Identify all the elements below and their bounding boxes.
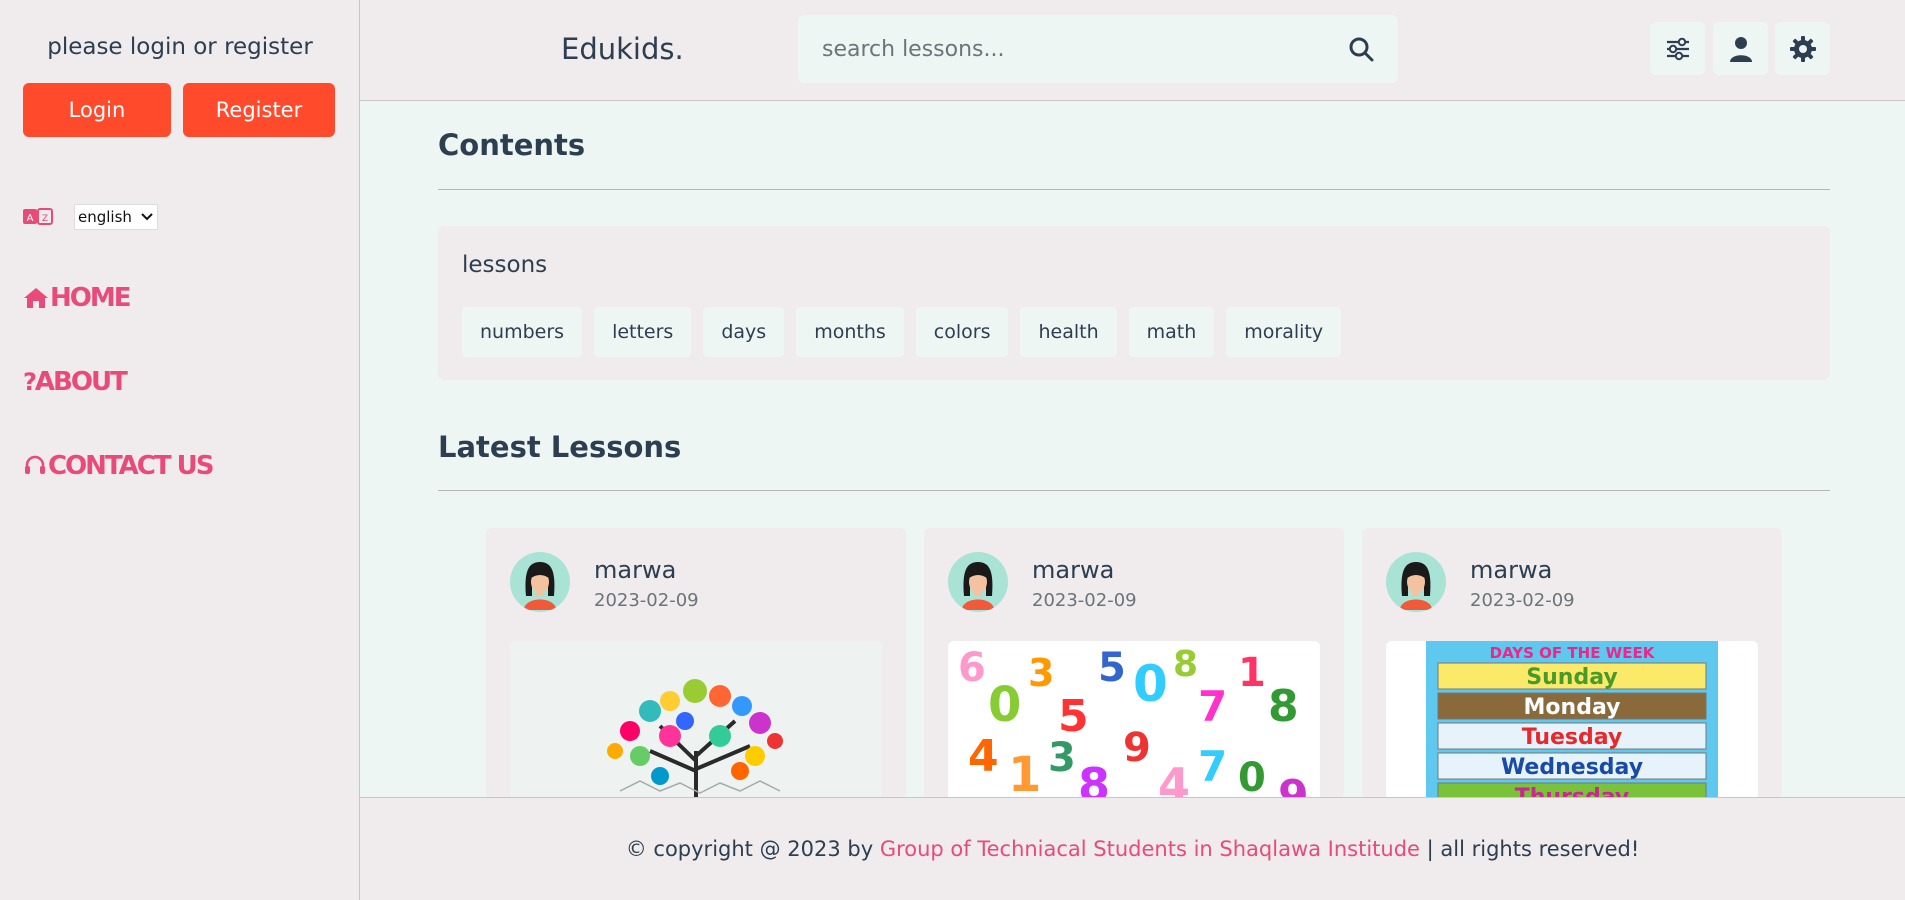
search-bar <box>798 15 1398 83</box>
card-author: marwa <box>1032 556 1115 584</box>
card-date: 2023-02-09 <box>594 590 699 611</box>
svg-text:8: 8 <box>1078 758 1110 798</box>
tag-colors[interactable]: colors <box>915 307 1009 357</box>
translate-icon: A Z <box>23 208 53 225</box>
card-date: 2023-02-09 <box>1470 590 1575 611</box>
svg-text:5: 5 <box>1098 645 1126 691</box>
days-image-title: DAYS OF THE WEEK <box>1490 644 1656 662</box>
language-value: english <box>78 208 132 226</box>
lesson-card[interactable]: marwa 2023-02-09 DAYS OF THE WEEK Sunday… <box>1362 528 1782 798</box>
card-author: marwa <box>594 556 677 584</box>
svg-text:7: 7 <box>1198 682 1227 731</box>
register-button[interactable]: Register <box>183 83 335 137</box>
question-icon: ? <box>23 368 37 396</box>
lesson-tags: numbers letters days months colors healt… <box>462 307 1342 357</box>
tag-days[interactable]: days <box>703 307 785 357</box>
contents-title: Contents <box>438 128 586 162</box>
tag-numbers[interactable]: numbers <box>462 307 583 357</box>
svg-text:3: 3 <box>1048 735 1076 781</box>
svg-text:0: 0 <box>988 677 1021 733</box>
login-button[interactable]: Login <box>23 83 171 137</box>
header: Edukids. <box>360 0 1905 101</box>
avatar <box>510 552 570 612</box>
search-input[interactable] <box>822 36 1348 62</box>
avatar <box>948 552 1008 612</box>
svg-text:Z: Z <box>42 214 48 224</box>
footer: © copyright @ 2023 by Group of Techniaca… <box>360 797 1905 900</box>
footer-copyright: © copyright @ 2023 by <box>625 837 880 861</box>
card-author: marwa <box>1470 556 1553 584</box>
svg-text:0: 0 <box>1133 655 1168 713</box>
svg-text:9: 9 <box>1123 725 1151 771</box>
days-image-day: Wednesday <box>1501 755 1643 780</box>
nav-home[interactable]: HOME <box>23 283 131 313</box>
svg-text:8: 8 <box>1268 681 1299 732</box>
lesson-thumbnail-letters[interactable] <box>510 641 882 798</box>
lesson-card[interactable]: marwa 2023-02-09 <box>486 528 906 798</box>
chevron-down-icon <box>141 213 153 221</box>
language-row: A Z english <box>23 204 158 230</box>
filter-button[interactable] <box>1650 22 1705 75</box>
lessons-panel: lessons numbers letters days months colo… <box>438 226 1830 380</box>
svg-text:3: 3 <box>1028 651 1054 695</box>
avatar <box>1386 552 1446 612</box>
filter-sliders-icon <box>1666 37 1689 60</box>
divider <box>438 189 1830 190</box>
sidebar: please login or register Login Register … <box>0 0 360 900</box>
svg-text:1: 1 <box>1238 650 1266 696</box>
gear-icon <box>1789 35 1816 62</box>
svg-text:4: 4 <box>968 731 999 782</box>
svg-text:4: 4 <box>1158 758 1190 798</box>
divider <box>438 490 1830 491</box>
language-select[interactable]: english <box>74 204 158 230</box>
tag-morality[interactable]: morality <box>1226 307 1342 357</box>
nav-about-label: ABOUT <box>34 367 128 397</box>
nav-home-label: HOME <box>50 283 131 313</box>
settings-button[interactable] <box>1775 22 1830 75</box>
nav-contact[interactable]: CONTACT US <box>23 451 214 481</box>
svg-text:0: 0 <box>1238 755 1266 798</box>
svg-text:A: A <box>27 213 34 224</box>
days-image-day: Sunday <box>1526 665 1617 690</box>
svg-text:8: 8 <box>1173 644 1198 685</box>
nav-contact-label: CONTACT US <box>48 451 214 481</box>
latest-lessons-title: Latest Lessons <box>438 430 682 464</box>
lesson-thumbnail-days[interactable]: DAYS OF THE WEEK Sunday Monday Tuesday W… <box>1386 641 1758 798</box>
brand-logo[interactable]: Edukids. <box>561 32 684 66</box>
svg-text:6: 6 <box>958 645 986 691</box>
tag-health[interactable]: health <box>1020 307 1117 357</box>
lesson-thumbnail-numbers[interactable]: 6 0 3 5 5 0 8 7 1 8 4 1 3 8 9 4 7 0 9 <box>948 641 1320 798</box>
lesson-card[interactable]: marwa 2023-02-09 6 0 3 5 5 0 8 7 1 8 4 1… <box>924 528 1344 798</box>
footer-rights: | all rights reserved! <box>1419 837 1640 861</box>
home-icon <box>24 288 48 308</box>
nav-about[interactable]: ? ABOUT <box>23 367 128 397</box>
user-button[interactable] <box>1713 22 1768 75</box>
tag-letters[interactable]: letters <box>594 307 692 357</box>
days-image-day: Monday <box>1524 695 1621 720</box>
svg-text:1: 1 <box>1008 747 1041 798</box>
search-icon[interactable] <box>1348 36 1374 62</box>
headset-icon <box>25 455 45 474</box>
footer-institute-link[interactable]: Group of Techniacal Students in Shaqlawa… <box>880 837 1420 861</box>
days-image-day: Tuesday <box>1522 725 1623 750</box>
card-date: 2023-02-09 <box>1032 590 1137 611</box>
tag-months[interactable]: months <box>796 307 904 357</box>
login-prompt: please login or register <box>47 34 313 60</box>
tag-math[interactable]: math <box>1128 307 1215 357</box>
svg-text:7: 7 <box>1198 742 1227 791</box>
user-icon <box>1729 36 1752 62</box>
lessons-heading: lessons <box>462 252 548 278</box>
svg-text:9: 9 <box>1278 771 1309 798</box>
